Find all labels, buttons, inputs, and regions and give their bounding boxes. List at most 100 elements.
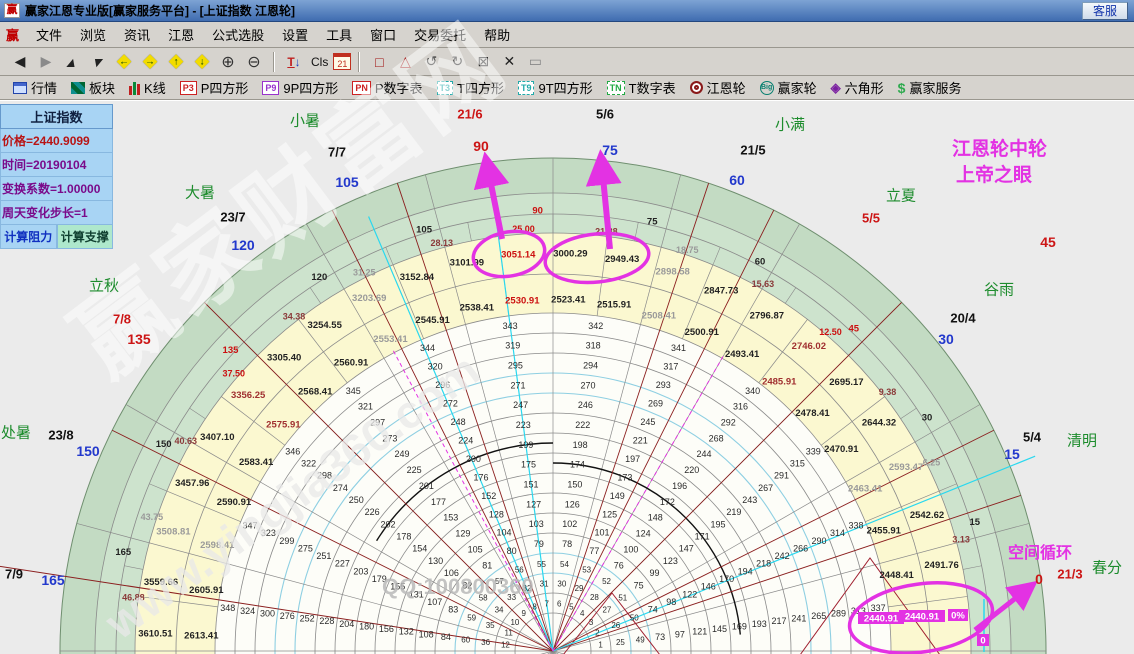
svg-text:342: 342 <box>588 321 603 331</box>
svg-text:34.38: 34.38 <box>283 312 306 322</box>
badge-icon: P9 <box>262 81 279 95</box>
calendar-button[interactable]: 21 <box>333 53 351 70</box>
svg-text:199: 199 <box>518 440 533 450</box>
svg-text:2553.41: 2553.41 <box>373 334 408 345</box>
svg-text:323: 323 <box>261 528 276 538</box>
svg-text:2491.76: 2491.76 <box>924 560 958 571</box>
svg-text:172: 172 <box>660 497 675 507</box>
triangle-tool-button[interactable]: △ <box>393 51 417 73</box>
gann-wheel-chart-area[interactable]: 1234567891011121324252627282930313233343… <box>0 100 1134 654</box>
svg-text:31.25: 31.25 <box>353 267 376 277</box>
svg-text:196: 196 <box>672 481 687 491</box>
menu-江恩[interactable]: 江恩 <box>159 23 203 46</box>
move-down-button[interactable]: ◆↓ <box>190 51 214 73</box>
calc-resistance-button[interactable]: 计算阻力 <box>0 225 57 249</box>
svg-text:273: 273 <box>382 433 397 443</box>
outer-degree-label: 150 <box>76 443 99 459</box>
date-label: 5/4 <box>1023 430 1041 445</box>
rotate-cw-button[interactable]: ↻ <box>445 51 469 73</box>
svg-text:51: 51 <box>618 593 627 602</box>
svg-text:2898.58: 2898.58 <box>656 266 690 277</box>
svg-text:169: 169 <box>732 621 747 631</box>
svg-text:57: 57 <box>495 577 504 586</box>
select-box-button[interactable]: ⊠ <box>471 51 495 73</box>
square-tool-button[interactable]: □ <box>367 51 391 73</box>
quotes-button[interactable]: 行情 <box>8 77 62 98</box>
svg-text:170: 170 <box>719 574 734 584</box>
svg-text:46.88: 46.88 <box>122 593 145 603</box>
solar-term-label: 立秋 <box>89 275 119 296</box>
menu-设置[interactable]: 设置 <box>273 23 317 46</box>
svg-text:179: 179 <box>372 574 387 584</box>
rotate-ccw-button[interactable]: ↺ <box>419 51 443 73</box>
hexagon-button[interactable]: ◈六角形 <box>826 77 889 98</box>
svg-text:90: 90 <box>532 205 543 216</box>
solar-term-label: 春分 <box>1092 557 1122 578</box>
panel-value-row: 时间=20190104 <box>0 153 113 177</box>
move-up-button[interactable]: ◆↑ <box>164 51 188 73</box>
move-right-button[interactable]: ◆→ <box>138 51 162 73</box>
svg-text:289: 289 <box>831 608 846 618</box>
svg-text:15.63: 15.63 <box>752 279 775 289</box>
app-logo-icon: 赢 <box>4 3 20 18</box>
crosshair-button[interactable]: ✕ <box>497 51 521 73</box>
application-window: 赢 赢家江恩专业版[赢家服务平台] - [上证指数 江恩轮] 客服 赢 文件浏览… <box>0 0 1134 654</box>
kline-button[interactable]: K线 <box>124 77 171 98</box>
svg-text:3203.69: 3203.69 <box>352 293 386 304</box>
t-table-button[interactable]: TNT数字表 <box>602 77 681 98</box>
gann-wheel-button[interactable]: 江恩轮 <box>685 77 751 98</box>
svg-text:3610.51: 3610.51 <box>138 629 173 640</box>
forward-button[interactable]: ▶ <box>34 51 58 73</box>
toolbar-separator <box>358 52 360 72</box>
move-left-button[interactable]: ◆← <box>112 51 136 73</box>
clear-button[interactable]: Cls <box>308 55 331 69</box>
svg-text:267: 267 <box>758 483 773 493</box>
zoom-out-button[interactable]: ⊖ <box>242 51 266 73</box>
svg-text:251: 251 <box>316 551 331 561</box>
table-icon <box>13 82 27 94</box>
svg-text:245: 245 <box>640 417 655 427</box>
svg-text:319: 319 <box>505 341 520 351</box>
svg-text:2605.91: 2605.91 <box>189 585 224 596</box>
9p-square-button[interactable]: P99P四方形 <box>257 77 343 98</box>
arrow-icon: ← <box>119 56 129 67</box>
screen-button[interactable]: ▭ <box>523 51 547 73</box>
svg-text:202: 202 <box>380 519 395 529</box>
menu-工具[interactable]: 工具 <box>317 23 361 46</box>
calc-support-button[interactable]: 计算支撑 <box>57 225 114 249</box>
back-button[interactable]: ◀ <box>8 51 32 73</box>
outer-degree-label: 45 <box>1040 234 1056 250</box>
outer-degree-label: 120 <box>231 237 254 253</box>
svg-text:15: 15 <box>969 517 980 528</box>
svg-text:135: 135 <box>223 345 240 356</box>
svg-text:3000.29: 3000.29 <box>553 248 587 259</box>
svg-text:252: 252 <box>300 614 315 624</box>
9t-square-button[interactable]: T99T四方形 <box>513 77 598 98</box>
outer-degree-label: 0 <box>1035 571 1043 587</box>
svg-text:35: 35 <box>486 621 495 630</box>
menu-交易委托[interactable]: 交易委托 <box>405 23 475 46</box>
menu-窗口[interactable]: 窗口 <box>361 23 405 46</box>
svg-text:200: 200 <box>466 454 481 464</box>
winner-wheel-button[interactable]: Big赢家轮 <box>755 77 822 98</box>
svg-text:299: 299 <box>279 536 294 546</box>
t-square-button[interactable]: T3T四方形 <box>432 77 509 98</box>
menu-资讯[interactable]: 资讯 <box>115 23 159 46</box>
customer-service-button[interactable]: 客服 <box>1082 2 1128 20</box>
menu-浏览[interactable]: 浏览 <box>71 23 115 46</box>
cursor-down-button[interactable]: ▼ <box>82 51 113 73</box>
svg-text:130: 130 <box>428 556 443 566</box>
svg-text:55: 55 <box>537 560 546 569</box>
sectors-button[interactable]: 板块 <box>66 77 120 98</box>
p-table-button[interactable]: PNP数字表 <box>347 77 427 98</box>
p-square-button[interactable]: P3P四方形 <box>175 77 254 98</box>
winner-service-button[interactable]: $赢家服务 <box>893 77 967 98</box>
menu-文件[interactable]: 文件 <box>27 23 71 46</box>
menu-公式选股[interactable]: 公式选股 <box>203 23 273 46</box>
svg-text:2560.91: 2560.91 <box>334 358 369 369</box>
svg-text:2478.41: 2478.41 <box>795 408 830 419</box>
time-axis-button[interactable]: T↓ <box>282 51 306 73</box>
menu-帮助[interactable]: 帮助 <box>475 23 519 46</box>
svg-text:107: 107 <box>427 597 442 607</box>
zoom-in-button[interactable]: ⊕ <box>216 51 240 73</box>
